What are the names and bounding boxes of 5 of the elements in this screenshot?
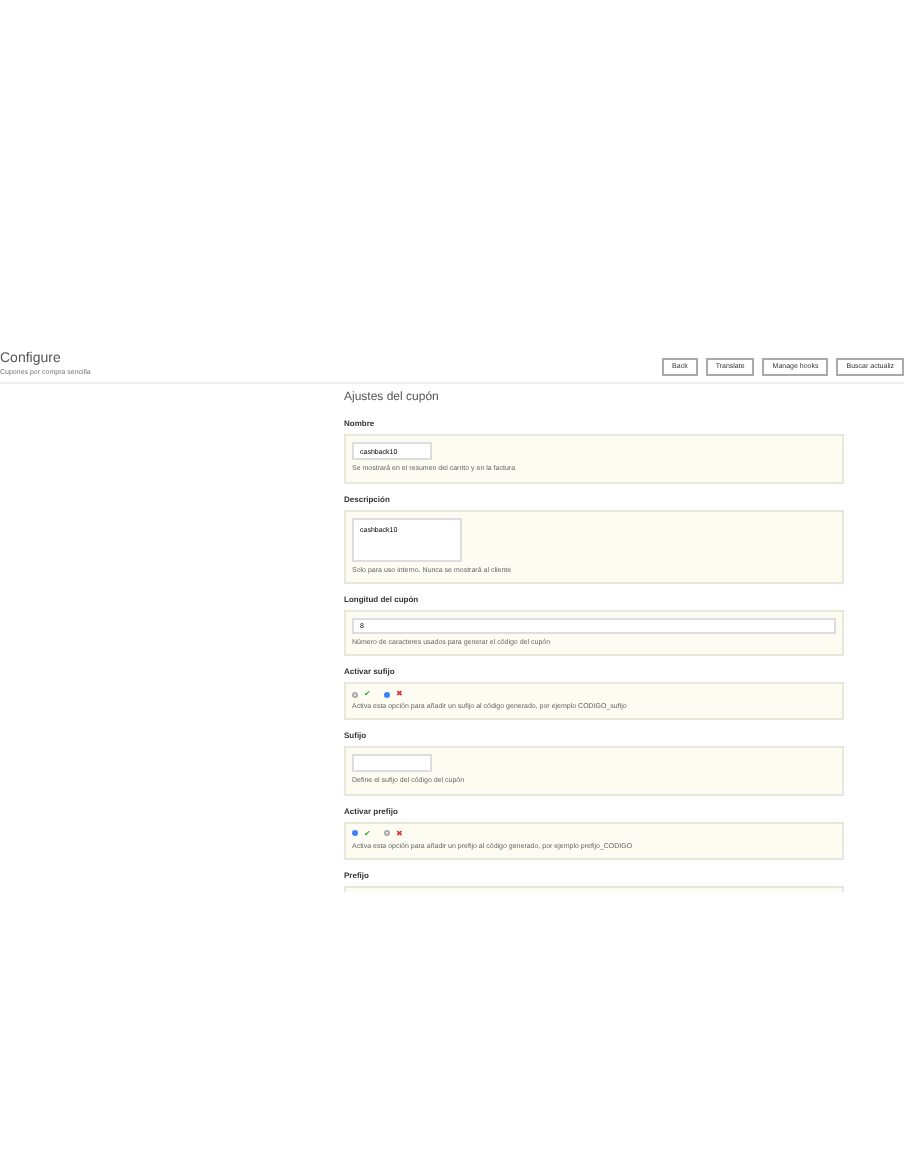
no-radio[interactable] [384, 830, 390, 836]
yes-radio[interactable] [352, 830, 358, 836]
text-field[interactable] [352, 754, 432, 773]
yes-radio[interactable] [352, 691, 358, 697]
no-radio[interactable] [384, 691, 390, 697]
